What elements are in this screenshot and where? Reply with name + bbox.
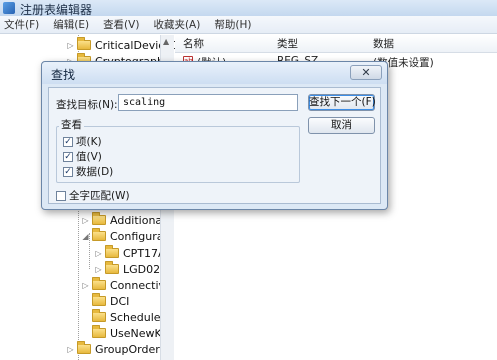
folder-icon [77,37,91,50]
folder-icon [77,341,91,354]
column-header-type[interactable]: 类型 [277,36,298,51]
cancel-button[interactable]: 取消 [308,117,375,134]
expand-arrow-icon[interactable]: ▷ [81,277,90,293]
keys-checkbox[interactable]: ✓ 项(K) [63,134,102,149]
tree-item[interactable]: ▷ Connectivit [81,277,172,293]
checkbox-checked-icon[interactable]: ✓ [63,136,73,147]
find-what-label: 查找目标(N): [56,99,118,111]
menu-help[interactable]: 帮助(H) [214,17,251,32]
tree-item-label: DCI [110,294,130,308]
expand-arrow-icon[interactable]: ▷ [66,37,75,53]
regedit-icon [3,2,15,14]
list-header: 名称 类型 数据 [175,35,497,53]
folder-icon [92,325,106,338]
values-checkbox[interactable]: ✓ 值(V) [63,149,102,164]
menu-bar: 文件(F) 编辑(E) 查看(V) 收藏夹(A) 帮助(H) [0,16,497,34]
folder-icon [92,277,106,290]
folder-icon [105,245,119,258]
close-button[interactable]: ✕ [350,65,382,80]
folder-icon [92,212,106,225]
find-dialog: 查找 ✕ 查找目标(N): 查找下一个(F) 取消 查看 ✓ 项(K) ✓ 值(… [41,61,388,210]
tree-item[interactable]: DCI [81,293,129,309]
look-at-label: 查看 [59,117,84,132]
dialog-titlebar[interactable]: 查找 ✕ [42,62,387,84]
column-header-data[interactable]: 数据 [373,36,394,51]
checkbox-label: 数据(D) [76,166,114,178]
checkbox-label: 项(K) [76,136,102,148]
checkbox-checked-icon[interactable]: ✓ [63,151,73,162]
tree-item[interactable]: Scheduler [81,309,165,325]
folder-icon [105,261,119,274]
find-next-button[interactable]: 查找下一个(F) [308,94,376,111]
menu-view[interactable]: 查看(V) [103,17,139,32]
menu-file[interactable]: 文件(F) [4,17,39,32]
data-checkbox[interactable]: ✓ 数据(D) [63,164,113,179]
tree-item[interactable]: ◢ Configurati [81,228,171,244]
dialog-body: 查找目标(N): 查找下一个(F) 取消 查看 ✓ 项(K) ✓ 值(V) ✓ … [48,87,381,204]
tree-item[interactable]: ▷ CPT17A [94,245,166,261]
scroll-up-arrow-icon[interactable]: ▲ [163,37,169,46]
match-whole-string-checkbox[interactable]: 全字匹配(W) [56,188,130,203]
close-icon: ✕ [361,66,371,79]
checkbox-unchecked-icon[interactable] [56,190,66,201]
window-titlebar: 注册表编辑器 [0,0,497,17]
tree-item-label: Scheduler [110,310,166,324]
tree-item[interactable]: UseNewKe [81,325,168,341]
tree-item[interactable]: ▷ GroupOrderLi [66,341,169,357]
tree-item-label: GroupOrderLi [95,342,169,356]
dialog-title: 查找 [51,68,76,82]
menu-edit[interactable]: 编辑(E) [53,17,89,32]
checkbox-label: 全字匹配(W) [69,190,130,202]
expand-arrow-icon[interactable]: ▷ [94,245,103,261]
checkbox-checked-icon[interactable]: ✓ [63,166,73,177]
folder-icon [92,309,106,322]
find-what-input[interactable] [118,94,298,111]
folder-icon [92,228,106,241]
collapse-arrow-icon[interactable]: ◢ [81,228,90,244]
folder-icon [92,293,106,306]
column-header-name[interactable]: 名称 [183,36,204,51]
expand-arrow-icon[interactable]: ▷ [94,261,103,277]
tree-item[interactable]: ▷ LGD02E [94,261,167,277]
expand-arrow-icon[interactable]: ▷ [81,212,90,228]
menu-favorites[interactable]: 收藏夹(A) [153,17,200,32]
checkbox-label: 值(V) [76,151,102,163]
expand-arrow-icon[interactable]: ▷ [66,341,75,357]
